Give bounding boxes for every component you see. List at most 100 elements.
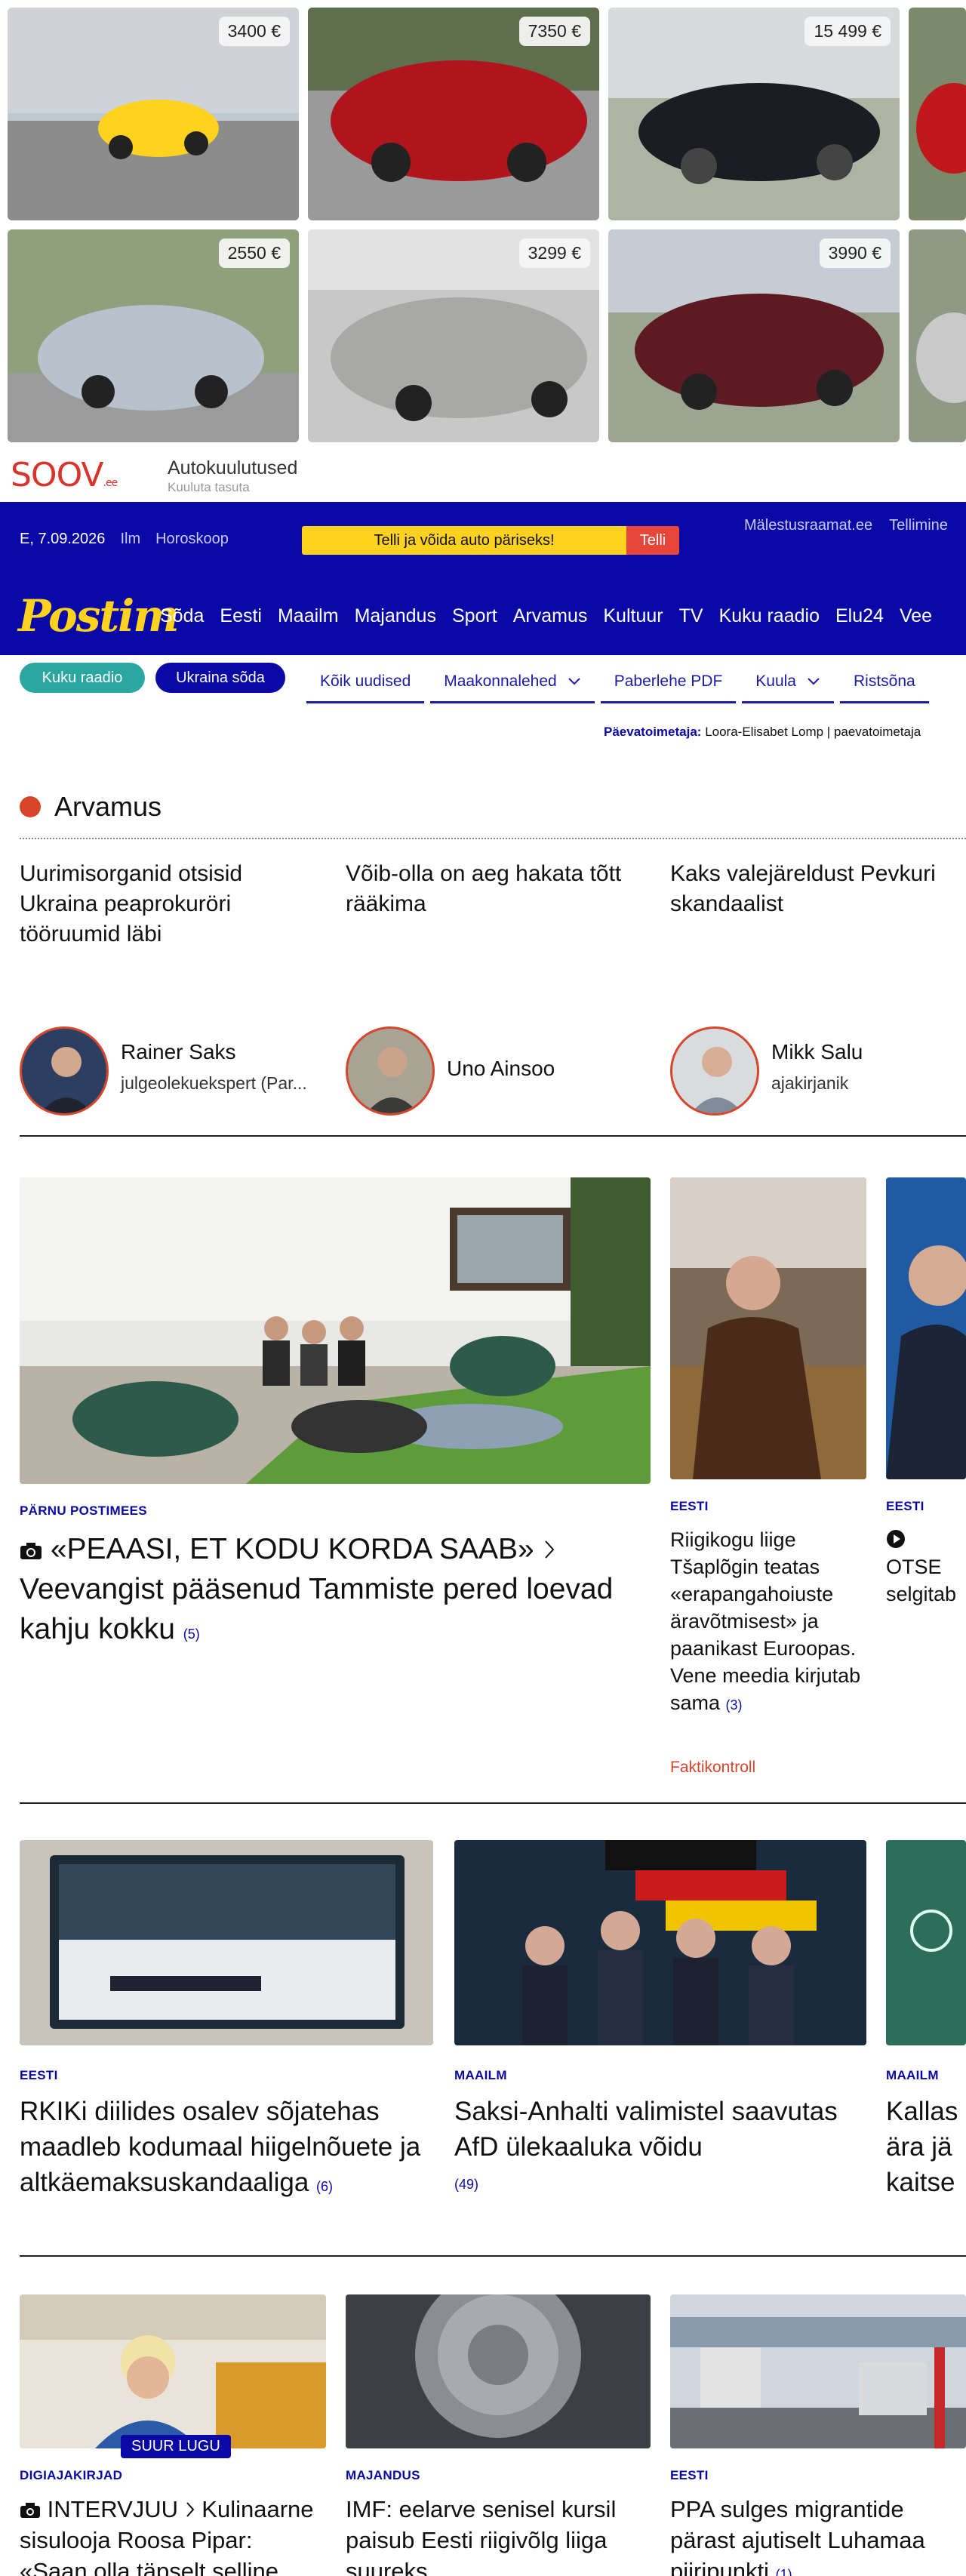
editor-email[interactable]: paevatoimetaja (834, 725, 921, 739)
tab-crossword[interactable]: Ristsõna (840, 661, 929, 703)
photo-parliament-member (670, 1177, 866, 1479)
lead-headline[interactable]: «PEAASI, ET KODU KORDA SAAB» Veevangist … (20, 1529, 651, 1654)
car-ads-strip: 3400 € 7350 € 15 499 € 2550 € 3299 € 399… (0, 0, 966, 498)
lead-story-image[interactable] (20, 1177, 651, 1484)
photo-partial-green (886, 1840, 966, 2045)
subscription-link[interactable]: Tellimine (889, 517, 948, 534)
opinion-author[interactable]: Uno Ainsoo (346, 1026, 663, 1116)
kuku-raadio-pill[interactable]: Kuku raadio (20, 663, 145, 693)
lead-photo-flood-cleanup (20, 1177, 651, 1484)
camera-icon (20, 1533, 42, 1565)
main-navigation: Postim Sõda Eesti Maailm Majandus Sport … (0, 580, 966, 655)
story-headline[interactable]: INTERVJUU Kulinaarne sisulooja Roosa Pip… (20, 2494, 326, 2576)
nav-item-elu24[interactable]: Elu24 (835, 605, 884, 627)
tab-listen[interactable]: Kuula (742, 661, 834, 703)
soov-title: Autokuulutused (168, 457, 298, 479)
promo-text[interactable]: Telli ja võida auto päriseks! (302, 526, 626, 555)
story-image[interactable] (670, 1177, 866, 1479)
story-headline[interactable]: RKIKi diilides osalev sõjatehas maadleb … (20, 2094, 433, 2205)
story-category[interactable]: EESTI (886, 1499, 924, 1514)
horoscope-link[interactable]: Horoskoop (155, 531, 229, 548)
opinion-author[interactable]: Mikk Salu ajakirjanik (670, 1026, 966, 1116)
camera-icon (20, 2496, 41, 2522)
opinion-headline[interactable]: Uurimisorganid otsisid Ukraina peaprokur… (20, 859, 321, 949)
opinion-author[interactable]: Rainer Saks julgeolekuekspert (Par... (20, 1026, 337, 1116)
story-headline[interactable]: Riigikogu liige Tšaplõgin teatas «erapan… (670, 1526, 866, 1719)
comment-count[interactable]: (3) (726, 1697, 743, 1713)
current-date: E, 7.09.2026 (20, 531, 106, 547)
tab-regional-papers[interactable]: Maakonnalehed (430, 661, 595, 703)
top-right-links: Mälestusraamat.ee Tellimine (744, 517, 948, 534)
subscribe-promo[interactable]: Telli ja võida auto päriseks! Telli (302, 526, 679, 555)
story-category[interactable]: MAAILM (454, 2068, 507, 2083)
editor-label: Päevatoimetaja: (604, 725, 702, 739)
big-story-badge: SUUR LUGU (121, 2435, 231, 2458)
car-ad[interactable]: 15 499 € (608, 8, 900, 220)
car-price: 2550 € (218, 239, 290, 268)
tab-all-news[interactable]: Kõik uudised (306, 661, 425, 703)
story-image[interactable] (346, 2294, 651, 2448)
nav-item-majandus[interactable]: Majandus (355, 605, 436, 627)
story-category[interactable]: MAAILM (886, 2068, 939, 2083)
author-name: Uno Ainsoo (447, 1057, 555, 1080)
story-headline[interactable]: IMF: eelarve senisel kursil paisub Eesti… (346, 2494, 651, 2576)
story-image[interactable] (20, 2294, 326, 2448)
story-image[interactable] (20, 1840, 433, 2045)
nav-links: Sõda Eesti Maailm Majandus Sport Arvamus… (160, 605, 932, 627)
car-ad[interactable] (909, 229, 966, 442)
story-headline[interactable]: OTSE selgitab kaitsev hankeid (886, 1526, 966, 1609)
nav-item-kultuur[interactable]: Kultuur (603, 605, 663, 627)
section-title-opinion[interactable]: Arvamus (54, 791, 162, 823)
nav-item-soda[interactable]: Sõda (160, 605, 204, 627)
chevron-right-icon (543, 1533, 556, 1565)
story-category[interactable]: DIGIAJAKIRJAD (20, 2468, 122, 2483)
play-icon (886, 1528, 906, 1551)
nav-item-tv[interactable]: TV (679, 605, 703, 627)
car-ad[interactable]: 3299 € (308, 229, 599, 442)
story-category[interactable]: EESTI (670, 1499, 709, 1514)
weather-link[interactable]: Ilm (120, 531, 140, 548)
memorial-link[interactable]: Mälestusraamat.ee (744, 517, 872, 534)
comment-count[interactable]: (5) (183, 1627, 200, 1642)
comment-count[interactable]: (49) (454, 2177, 478, 2193)
car-ad[interactable] (909, 8, 966, 220)
car-ad[interactable]: 7350 € (308, 8, 599, 220)
section-divider (20, 1802, 966, 1804)
nav-item-more[interactable]: Vee (900, 605, 932, 627)
story-headline[interactable]: Saksi-Anhalti valimistel saavutas AfD ül… (454, 2094, 866, 2165)
opinion-headline[interactable]: Kaks valejäreldust Pevkuri skandaalist (670, 859, 966, 919)
nav-item-eesti[interactable]: Eesti (220, 605, 262, 627)
nav-item-maailm[interactable]: Maailm (278, 605, 339, 627)
story-headline[interactable]: Kallas ära jä kaitse (886, 2094, 966, 2199)
comment-count[interactable]: (6) (316, 2179, 333, 2194)
nav-item-kuku-raadio[interactable]: Kuku raadio (719, 605, 820, 627)
car-ad[interactable]: 3400 € (8, 8, 299, 220)
story-category[interactable]: MAJANDUS (346, 2468, 420, 2483)
car-ad[interactable]: 2550 € (8, 229, 299, 442)
ukraina-soda-pill[interactable]: Ukraina sõda (155, 663, 285, 693)
car-ad[interactable]: 3990 € (608, 229, 900, 442)
chevron-right-icon (185, 2496, 195, 2522)
car-photo-partial (909, 229, 966, 442)
subscribe-button[interactable]: Telli (626, 526, 679, 555)
comment-count[interactable]: (1) (776, 2567, 792, 2576)
story-image[interactable] (670, 2294, 966, 2448)
story-category[interactable]: EESTI (20, 2068, 58, 2083)
soov-subtitle: Kuuluta tasuta (168, 480, 250, 494)
lead-category[interactable]: PÄRNU POSTIMEES (20, 1503, 147, 1519)
opinion-headline[interactable]: Võib-olla on aeg hakata tõtt rääkima (346, 859, 648, 919)
photo-kitchen-interview (20, 2294, 326, 2448)
fact-check-tag[interactable]: Faktikontroll (670, 1759, 755, 1777)
story-headline[interactable]: PPA sulges migrantide pärast ajutiselt L… (670, 2494, 966, 2576)
story-image[interactable] (886, 1177, 966, 1479)
story-image[interactable] (886, 1840, 966, 2045)
nav-item-sport[interactable]: Sport (452, 605, 497, 627)
car-price: 3299 € (518, 239, 590, 268)
story-image[interactable] (454, 1840, 866, 2045)
postimees-logo[interactable]: Postim (18, 590, 180, 642)
nav-item-arvamus[interactable]: Arvamus (513, 605, 588, 627)
soov-ad-footer[interactable]: SOOV.ee Autokuulutused Kuuluta tasuta (11, 453, 328, 498)
tab-paper-pdf[interactable]: Paberlehe PDF (600, 661, 737, 703)
car-price: 3400 € (218, 17, 290, 46)
story-category[interactable]: EESTI (670, 2468, 709, 2483)
